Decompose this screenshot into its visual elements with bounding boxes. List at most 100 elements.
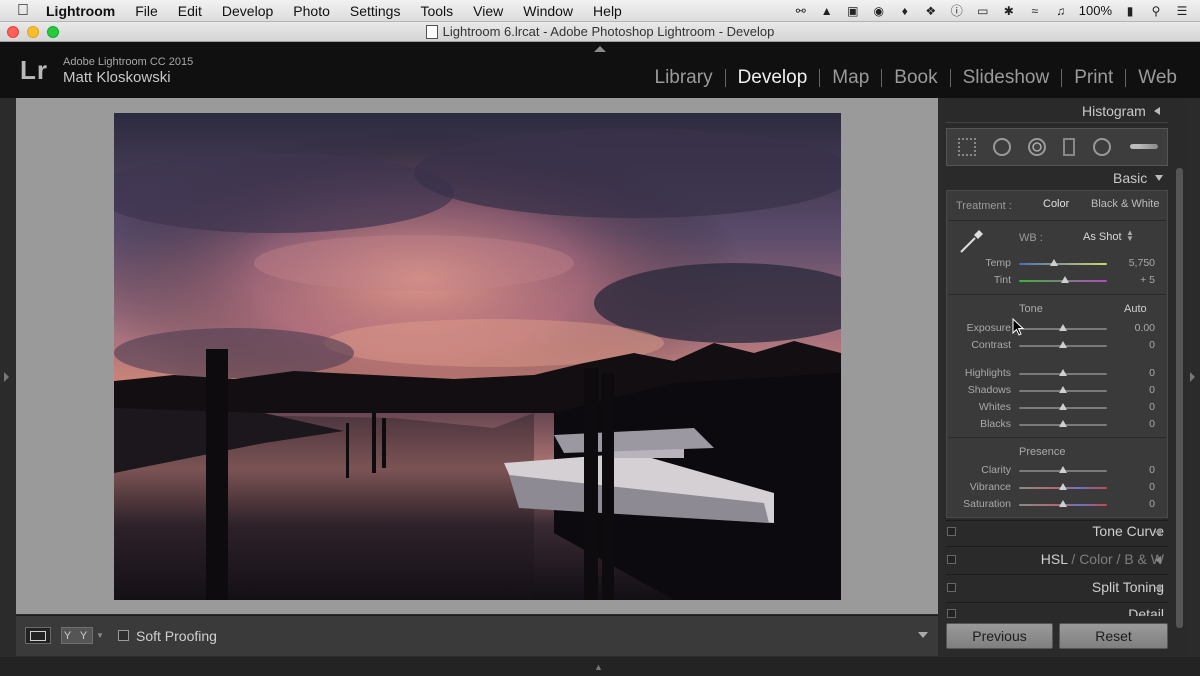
notification-center-icon[interactable]: ☰	[1174, 4, 1190, 18]
battery-icon[interactable]: ▮	[1122, 4, 1138, 18]
highlights-value[interactable]: 0	[1115, 367, 1155, 379]
module-slideshow[interactable]: Slideshow	[951, 67, 1062, 89]
basic-header[interactable]: Basic	[1113, 170, 1147, 186]
split-toning-toggle[interactable]	[947, 583, 956, 592]
shadows-value[interactable]: 0	[1115, 384, 1155, 396]
module-book[interactable]: Book	[882, 67, 949, 89]
blacks-slider-thumb[interactable]	[1059, 420, 1067, 427]
module-develop[interactable]: Develop	[726, 67, 820, 89]
radial-filter-icon[interactable]	[1093, 138, 1111, 156]
soft-proofing-checkbox[interactable]	[118, 630, 129, 641]
vibrance-slider-thumb[interactable]	[1059, 483, 1067, 490]
menu-help[interactable]: Help	[593, 3, 622, 19]
module-web[interactable]: Web	[1126, 67, 1189, 89]
bluetooth-icon[interactable]: ✱	[1001, 4, 1017, 18]
reset-button[interactable]: Reset	[1059, 623, 1168, 649]
exposure-value[interactable]: 0.00	[1115, 322, 1155, 334]
hsl-tab[interactable]: HSL	[1041, 551, 1068, 567]
spotlight-search-icon[interactable]: ⚲	[1148, 4, 1164, 18]
histogram-collapse-icon[interactable]	[1154, 107, 1160, 115]
menu-file[interactable]: File	[135, 3, 158, 19]
spot-removal-icon[interactable]	[993, 138, 1011, 156]
wifi-icon[interactable]: ≈	[1027, 4, 1043, 18]
tint-slider-thumb[interactable]	[1060, 276, 1069, 283]
right-panel-collapse-icon[interactable]	[1190, 372, 1195, 382]
hsl-header[interactable]: HSL / Color / B & W	[1041, 551, 1164, 567]
display-icon[interactable]: ▣	[845, 4, 861, 18]
basic-expanded-icon[interactable]	[1155, 175, 1163, 181]
creative-cloud-icon[interactable]: ⚯	[793, 4, 809, 18]
tone-curve-toggle[interactable]	[947, 527, 956, 536]
module-library[interactable]: Library	[643, 67, 725, 89]
menu-tools[interactable]: Tools	[420, 3, 453, 19]
split-toning-header[interactable]: Split Toning	[1092, 579, 1164, 595]
menu-view[interactable]: View	[473, 3, 503, 19]
menu-develop[interactable]: Develop	[222, 3, 273, 19]
apple-icon[interactable]: 	[14, 0, 32, 22]
temp-value[interactable]: 5,750	[1115, 257, 1155, 269]
hsl-collapse-icon[interactable]	[1155, 556, 1161, 564]
tone-curve-collapse-icon[interactable]	[1155, 528, 1161, 536]
treatment-bw-button[interactable]: Black & White	[1091, 198, 1159, 210]
zoom-window-button[interactable]	[47, 26, 59, 38]
drive-icon[interactable]: ▲	[819, 4, 835, 18]
module-map[interactable]: Map	[820, 67, 881, 89]
camera-icon[interactable]: ◉	[871, 4, 887, 18]
loupe-view-button[interactable]	[25, 627, 51, 644]
toolbar-menu-icon[interactable]	[918, 632, 928, 638]
filmstrip-grip-icon[interactable]: ▲	[594, 662, 603, 672]
detail-header[interactable]: Detail	[1128, 606, 1164, 616]
shadows-slider-thumb[interactable]	[1059, 386, 1067, 393]
preview-photo[interactable]	[114, 113, 841, 600]
dropbox-icon[interactable]: ❖	[923, 4, 939, 18]
before-after-dropdown-icon[interactable]: ▼	[96, 631, 104, 640]
adjustment-brush-icon[interactable]	[1130, 144, 1158, 149]
color-tab[interactable]: Color	[1079, 551, 1112, 567]
close-window-button[interactable]	[7, 26, 19, 38]
previous-button[interactable]: Previous	[946, 623, 1053, 649]
highlights-slider-thumb[interactable]	[1059, 369, 1067, 376]
temp-slider-thumb[interactable]	[1050, 259, 1059, 266]
battery-percentage[interactable]: 100%	[1079, 3, 1112, 18]
whites-slider-thumb[interactable]	[1059, 403, 1067, 410]
tone-curve-header[interactable]: Tone Curve	[1092, 523, 1164, 539]
clarity-slider-thumb[interactable]	[1059, 466, 1067, 473]
info-icon[interactable]: ⓘ	[949, 4, 965, 18]
contrast-value[interactable]: 0	[1115, 339, 1155, 351]
wb-eyedropper-icon[interactable]	[957, 226, 987, 256]
auto-tone-button[interactable]: Auto	[1124, 303, 1147, 315]
menu-settings[interactable]: Settings	[350, 3, 401, 19]
menu-app[interactable]: Lightroom	[46, 3, 115, 19]
menu-edit[interactable]: Edit	[178, 3, 202, 19]
wb-dropdown[interactable]: As Shot	[1083, 231, 1122, 243]
whites-value[interactable]: 0	[1115, 401, 1155, 413]
saturation-slider-thumb[interactable]	[1059, 500, 1067, 507]
airplay-icon[interactable]: ▭	[975, 4, 991, 18]
wb-dropdown-arrows-icon[interactable]: ▲ ▼	[1126, 229, 1134, 243]
detail-toggle[interactable]	[947, 609, 956, 618]
vibrance-value[interactable]: 0	[1115, 481, 1155, 493]
tint-value[interactable]: + 5	[1115, 274, 1155, 286]
left-panel-expand-icon[interactable]	[4, 372, 9, 382]
contrast-slider-thumb[interactable]	[1059, 341, 1067, 348]
evernote-icon[interactable]: ♦	[897, 4, 913, 18]
clarity-value[interactable]: 0	[1115, 464, 1155, 476]
crop-overlay-icon[interactable]	[958, 138, 976, 156]
hsl-toggle[interactable]	[947, 555, 956, 564]
saturation-value[interactable]: 0	[1115, 498, 1155, 510]
right-panel-scrollbar[interactable]	[1176, 168, 1183, 628]
split-toning-collapse-icon[interactable]	[1155, 584, 1161, 592]
minimize-window-button[interactable]	[27, 26, 39, 38]
top-panel-collapse-icon[interactable]	[594, 46, 606, 52]
module-print[interactable]: Print	[1062, 67, 1125, 89]
volume-icon[interactable]: ♫	[1053, 4, 1069, 18]
before-after-button[interactable]: Y Y	[61, 627, 93, 644]
menu-window[interactable]: Window	[523, 3, 573, 19]
histogram-header[interactable]: Histogram	[1082, 103, 1146, 119]
treatment-color-button[interactable]: Color	[1043, 198, 1069, 210]
menu-photo[interactable]: Photo	[293, 3, 330, 19]
red-eye-icon[interactable]	[1028, 138, 1046, 156]
graduated-filter-icon[interactable]	[1063, 138, 1075, 156]
temp-slider-track[interactable]	[1019, 263, 1107, 265]
blacks-value[interactable]: 0	[1115, 418, 1155, 430]
